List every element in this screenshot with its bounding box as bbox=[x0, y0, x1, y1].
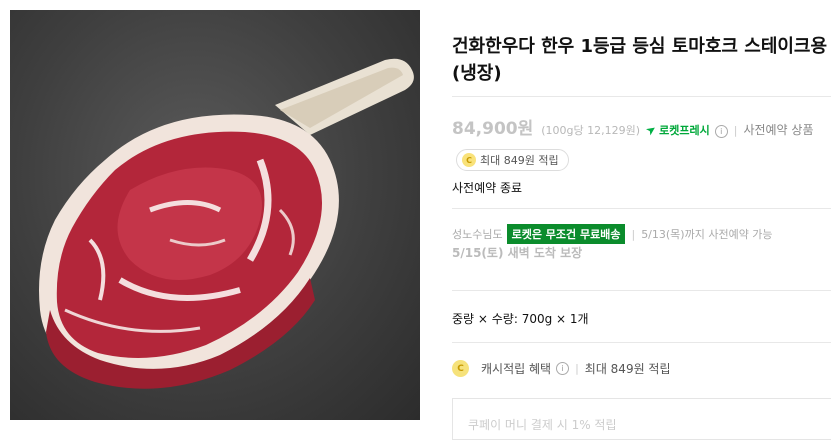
shipping-row: 성노수님도 로켓은 무조건 무료배송 | 5/13(목)까지 사전예약 가능 bbox=[452, 224, 773, 244]
cash-benefit-box: 쿠페이 머니 결제 시 1% 적립 bbox=[452, 398, 831, 440]
info-icon[interactable]: i bbox=[714, 125, 728, 138]
cash-benefit-detail: 최대 849원 적립 bbox=[584, 362, 671, 376]
separator-pipe: | bbox=[631, 227, 636, 241]
coin-icon: C bbox=[452, 360, 469, 377]
price-amount: 84,900원 bbox=[452, 119, 534, 139]
cash-benefit-label: 캐시적립 혜택 bbox=[481, 362, 552, 376]
rocket-label: 로켓프레시 bbox=[659, 124, 710, 137]
divider bbox=[452, 342, 831, 343]
separator-pipe: | bbox=[733, 124, 738, 137]
shipping-region: 성노수님도 bbox=[452, 228, 503, 241]
separator-pipe: | bbox=[575, 362, 579, 375]
cash-box-text: 쿠페이 머니 결제 시 1% 적립 bbox=[468, 418, 617, 432]
divider bbox=[452, 208, 831, 209]
free-shipping-badge: 로켓은 무조건 무료배송 bbox=[506, 224, 626, 244]
coin-icon: C bbox=[462, 153, 476, 167]
product-title: 건화한우다 한우 1등급 등심 토마호크 스테이크용 (냉장) bbox=[452, 36, 828, 84]
info-icon[interactable]: i bbox=[556, 362, 570, 375]
product-info-panel: 건화한우다 한우 1등급 등심 토마호크 스테이크용 (냉장) 84,900원 … bbox=[452, 0, 831, 440]
divider bbox=[452, 290, 831, 291]
option-summary: 중량 × 수량: 700g × 1개 bbox=[452, 312, 589, 326]
cash-benefit-row: C 캐시적립 혜택 i | 최대 849원 적립 bbox=[452, 360, 671, 377]
arrival-guarantee: 5/15(토) 새벽 도착 보장 bbox=[452, 246, 583, 260]
steak-illustration bbox=[39, 58, 414, 389]
divider bbox=[452, 96, 831, 97]
price-row: 84,900원 (100g당 12,129원) ➤ 로켓프레시 i | 사전예약… bbox=[452, 114, 814, 139]
preorder-status: 사전예약 종료 bbox=[452, 181, 523, 195]
rocket-fresh-badge: ➤ 로켓프레시 bbox=[642, 121, 710, 139]
preorder-date: 5/13(목)까지 사전예약 가능 bbox=[641, 228, 773, 241]
rocket-icon: ➤ bbox=[642, 121, 660, 139]
reward-label: 최대 849원 적립 bbox=[480, 154, 559, 167]
unit-price: (100g당 12,129원) bbox=[541, 124, 641, 137]
preorder-label: 사전예약 상품 bbox=[743, 123, 814, 137]
product-image[interactable] bbox=[10, 10, 420, 420]
reward-pill[interactable]: C 최대 849원 적립 bbox=[456, 149, 569, 171]
